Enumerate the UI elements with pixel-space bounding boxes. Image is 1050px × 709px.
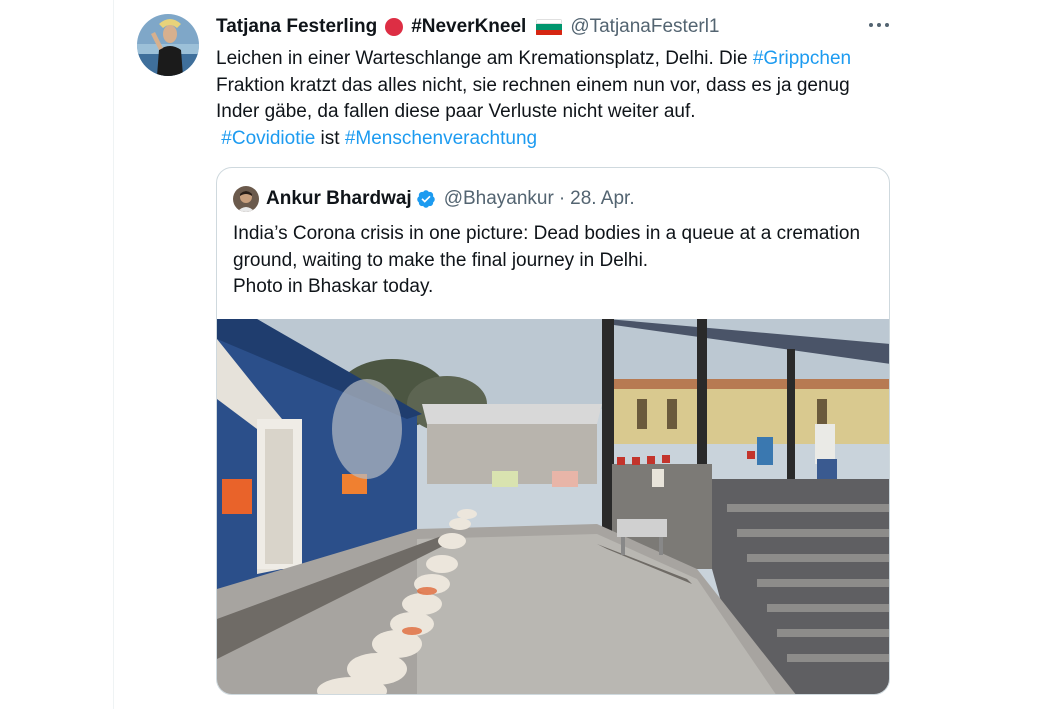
timeline-border — [113, 0, 114, 709]
red-circle-emoji-icon — [385, 18, 404, 36]
more-options-icon[interactable] — [866, 12, 892, 38]
quoted-tweet-header: Ankur Bhardwaj @Bhayankur · 28. Apr. — [233, 184, 635, 214]
author-name-tag[interactable]: #NeverKneel — [411, 16, 526, 38]
bulgaria-flag-icon — [536, 18, 563, 36]
cremation-ground-photo[interactable] — [217, 319, 889, 694]
hashtag-link[interactable]: #Menschenverachtung — [345, 128, 537, 149]
quoted-tweet-card[interactable]: Ankur Bhardwaj @Bhayankur · 28. Apr. Ind… — [216, 167, 890, 695]
author-avatar[interactable] — [137, 14, 199, 76]
quoted-author-handle: @Bhayankur — [443, 188, 554, 209]
verified-badge-icon — [416, 190, 435, 208]
quoted-tweet-date: 28. Apr. — [570, 188, 635, 209]
hashtag-link[interactable]: #Grippchen — [753, 48, 851, 69]
quoted-tweet-text: India’s Corona crisis in one picture: De… — [233, 221, 873, 301]
author-display-name[interactable]: Tatjana Festerling — [216, 16, 377, 38]
quoted-text-line: India’s Corona crisis in one picture: De… — [233, 223, 861, 271]
quoted-author-avatar — [233, 186, 259, 212]
hashtag-link[interactable]: #Covidiotie — [221, 128, 315, 149]
tweet-text-part: Leichen in einer Warteschlange am Kremat… — [216, 48, 753, 69]
author-handle[interactable]: @TatjanaFesterl1 — [570, 16, 719, 38]
tweet-text-part: ist — [315, 127, 345, 149]
tweet-text: Leichen in einer Warteschlange am Kremat… — [216, 46, 876, 152]
quoted-text-line: Photo in Bhaskar today. — [233, 276, 434, 297]
quoted-author-display-name: Ankur Bhardwaj — [266, 188, 412, 209]
tweet-text-part: Fraktion kratzt das alles nicht, sie rec… — [216, 74, 850, 123]
tweet-header: Tatjana Festerling #NeverKneel @TatjanaF… — [216, 14, 720, 40]
separator-dot: · — [558, 188, 566, 209]
